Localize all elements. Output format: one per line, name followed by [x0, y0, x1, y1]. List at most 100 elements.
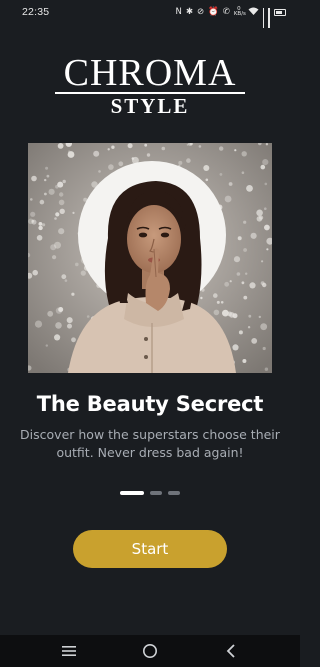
nfc-icon: N [175, 6, 182, 17]
alarm-icon: ⏰ [208, 6, 219, 17]
home-icon[interactable] [130, 635, 170, 667]
sequin-dot [243, 295, 248, 300]
sequin-dot [55, 322, 62, 329]
sequin-dot [219, 173, 223, 176]
sequin-dot [200, 296, 203, 300]
sequin-dot [34, 320, 43, 328]
sequin-dot [146, 153, 151, 157]
sequin-dot [54, 334, 61, 341]
sequin-dot [58, 228, 65, 235]
battery-icon [274, 8, 286, 16]
sequin-dot [47, 310, 54, 317]
status-time: 22:35 [22, 6, 50, 18]
wifi-icon [248, 7, 259, 18]
sequin-dot [224, 195, 232, 203]
sequin-dot [54, 217, 57, 220]
sequin-dot [233, 256, 241, 263]
page-dot-active[interactable] [120, 491, 144, 495]
hero-image [28, 143, 272, 373]
sequin-dot [98, 170, 101, 173]
sequin-dot [45, 344, 48, 347]
sequin-dot [248, 314, 252, 318]
sequin-dot [251, 338, 258, 344]
sequin-dot [61, 274, 67, 280]
menu-icon[interactable] [49, 635, 89, 667]
sequin-dot [232, 344, 239, 351]
sequin-dot [108, 164, 114, 170]
sequin-dot [38, 225, 43, 231]
sequin-dot [262, 282, 267, 288]
sequin-dot [39, 199, 45, 205]
sequin-dot [198, 145, 202, 148]
sequin-dot [67, 323, 72, 329]
sequin-dot [66, 317, 73, 324]
sequin-dot [264, 182, 268, 186]
page-indicator [0, 491, 300, 495]
sequin-dot [59, 208, 65, 214]
sequin-dot [242, 359, 247, 363]
sequin-dot [44, 192, 47, 196]
sequin-dot [58, 307, 64, 312]
start-button[interactable]: Start [73, 530, 227, 568]
sequin-dot [32, 269, 38, 276]
page-dot[interactable] [150, 491, 162, 495]
sequin-dot [224, 281, 230, 287]
logo-sub-text: STYLE [110, 93, 190, 118]
sequin-dot [31, 175, 37, 182]
sequin-dot [258, 315, 261, 319]
sequin-dot [229, 280, 232, 283]
sequin-dot [213, 293, 218, 298]
sequin-dot [219, 146, 224, 151]
sequin-dot [243, 248, 248, 252]
sequin-dot [238, 330, 243, 335]
sequin-dot [80, 270, 86, 276]
onboarding-subtitle: Discover how the superstars choose their… [20, 427, 280, 460]
sequin-dot [222, 309, 229, 317]
sequin-dot [118, 161, 124, 167]
sequin-dot [46, 174, 50, 178]
sequin-dot [86, 315, 90, 318]
status-bar: 22:35 N ✱ ⊘ ⏰ ✆ 0 KB/s [0, 0, 300, 28]
page-dot[interactable] [168, 491, 180, 495]
sequin-dot [52, 255, 57, 260]
sequin-dot [57, 143, 64, 149]
sequin-dot [127, 143, 133, 149]
sequin-dot [50, 244, 57, 251]
sequin-dot [31, 219, 35, 223]
sequin-dot [243, 220, 247, 224]
sequin-dot [93, 150, 100, 157]
sequin-dot [42, 223, 46, 227]
sequin-dot [161, 146, 166, 151]
sequin-dot [220, 301, 224, 304]
sequin-dot [38, 222, 43, 226]
sequin-dot [107, 148, 110, 151]
sequin-dot [144, 143, 148, 147]
sequin-dot [256, 216, 263, 222]
sequin-dot [62, 179, 66, 184]
sequin-dot [262, 159, 269, 166]
sequin-dot [213, 309, 220, 316]
sequin-dot [228, 182, 233, 186]
sequin-dot [264, 367, 269, 371]
sequin-dot [71, 337, 76, 343]
net-speed: 0 KB/s [233, 6, 246, 17]
sequin-dot [30, 198, 33, 201]
sequin-dot [262, 346, 266, 351]
sequin-dot [234, 149, 237, 152]
sequin-dot [216, 300, 220, 304]
sequin-dot [44, 178, 47, 182]
system-nav-bar [0, 635, 300, 667]
sequin-dot [264, 224, 270, 231]
sequin-dot [205, 178, 209, 182]
sequin-dot [68, 150, 71, 153]
sequin-dot [260, 323, 268, 331]
sequin-dot [57, 181, 64, 188]
signal-icon [262, 8, 265, 28]
sequin-dot [264, 207, 267, 210]
back-icon[interactable] [211, 635, 251, 667]
sequin-dot [245, 272, 248, 275]
sequin-dot [260, 164, 266, 170]
mute-icon: ⊘ [196, 6, 205, 17]
bluetooth-icon: ✱ [185, 6, 193, 17]
sequin-dot [30, 211, 36, 217]
